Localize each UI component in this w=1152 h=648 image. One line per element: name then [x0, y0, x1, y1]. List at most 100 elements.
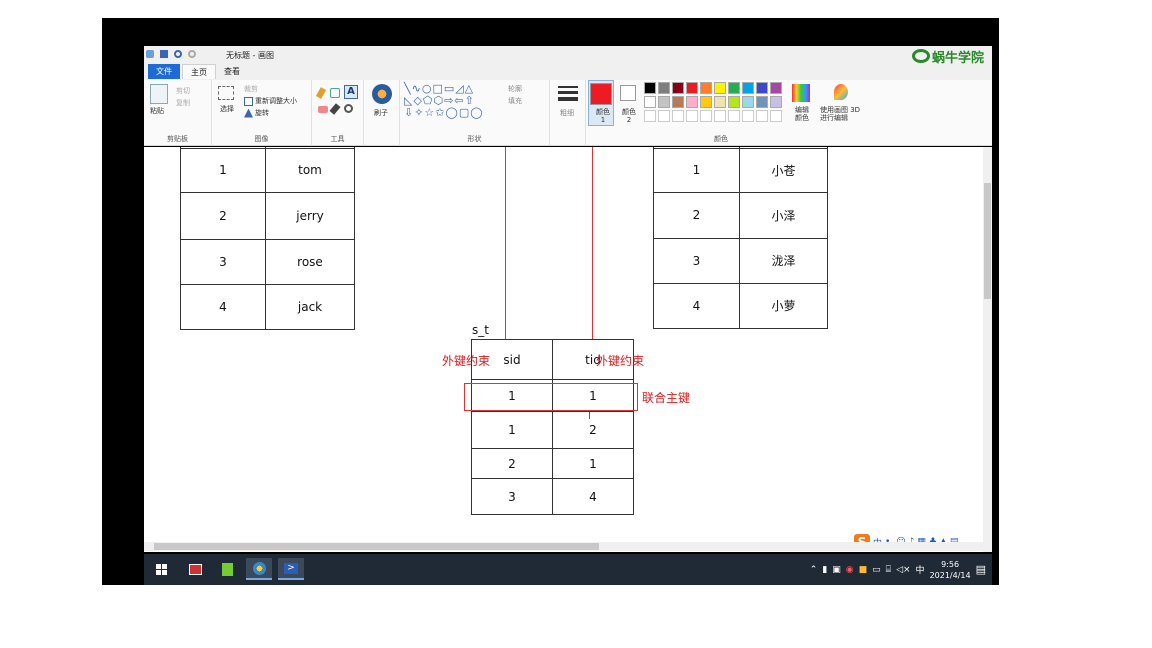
table-cell: 4: [653, 282, 740, 329]
show-hidden-icons[interactable]: ⌃: [810, 565, 818, 575]
clock-date: 2021/4/14: [929, 570, 971, 580]
palette-swatch[interactable]: [770, 82, 782, 94]
custom-color-slot[interactable]: [658, 110, 670, 122]
notification-icon[interactable]: ▤: [976, 563, 986, 576]
color2-swatch[interactable]: [620, 85, 636, 101]
palette-swatch[interactable]: [742, 96, 754, 108]
table-cell: 4: [552, 478, 634, 515]
crop-button[interactable]: 裁剪: [244, 84, 258, 94]
fk-line-right: [592, 147, 593, 339]
palette-swatch[interactable]: [700, 82, 712, 94]
custom-color-slot[interactable]: [742, 110, 754, 122]
palette-swatch[interactable]: [742, 82, 754, 94]
fk-label-left: 外键约束: [442, 354, 491, 368]
table-cell: 1: [180, 147, 266, 193]
palette-swatch[interactable]: [644, 82, 656, 94]
brushes-button[interactable]: 刷子: [374, 108, 388, 118]
start-button[interactable]: [148, 558, 174, 580]
palette-swatch[interactable]: [658, 82, 670, 94]
outline-button[interactable]: 轮廓: [508, 84, 522, 94]
pencil-icon[interactable]: [315, 87, 327, 99]
custom-color-slot[interactable]: [770, 110, 782, 122]
palette-swatch[interactable]: [756, 82, 768, 94]
cut-button[interactable]: 剪切: [176, 86, 190, 96]
horizontal-scrollbar[interactable]: [144, 542, 992, 551]
paint3d-button[interactable]: 使用画图 3D 进行编辑: [820, 106, 866, 122]
custom-color-slot[interactable]: [644, 110, 656, 122]
horizontal-scroll-thumb[interactable]: [154, 543, 599, 550]
custom-color-slot[interactable]: [672, 110, 684, 122]
table-row: 1 小苍: [653, 147, 828, 193]
st-table-title: s_t: [472, 323, 489, 337]
battery-icon[interactable]: ▭: [872, 565, 881, 575]
magnifier-icon[interactable]: [344, 104, 353, 113]
paint-canvas[interactable]: 1 tom 2 jerry 3 rose 4 jack 1 小苍 2 小泽 3 泷泽 4 小萝 …: [144, 147, 992, 552]
resize-button[interactable]: 重新调整大小: [244, 96, 297, 106]
copy-button[interactable]: 复制: [176, 98, 190, 108]
tab-view[interactable]: 查看: [216, 64, 248, 79]
palette-swatch[interactable]: [658, 96, 670, 108]
tab-home[interactable]: 主页: [182, 64, 216, 79]
network-icon[interactable]: ⌸: [886, 565, 891, 575]
palette-swatch[interactable]: [714, 96, 726, 108]
custom-color-slot[interactable]: [756, 110, 768, 122]
text-tool-icon[interactable]: A: [344, 85, 358, 99]
palette-swatch[interactable]: [728, 82, 740, 94]
paste-button[interactable]: 粘贴: [150, 106, 164, 116]
taskbar-app-1[interactable]: [182, 558, 208, 580]
tray-app-icon[interactable]: ■: [859, 565, 868, 575]
brush-icon[interactable]: [372, 84, 392, 104]
eraser-icon[interactable]: [318, 106, 328, 113]
custom-color-slot[interactable]: [714, 110, 726, 122]
palette-swatch[interactable]: [672, 82, 684, 94]
color1-label: 颜色 1: [596, 108, 610, 124]
palette-swatch[interactable]: [756, 96, 768, 108]
rainbow-icon[interactable]: [792, 84, 810, 102]
taskbar-app-2[interactable]: [214, 558, 240, 580]
shapes-gallery-row3[interactable]: ⇩✧☆✩◯▢◯: [404, 106, 484, 119]
taskbar-powershell[interactable]: >: [278, 558, 304, 580]
rotate-button[interactable]: 旋转: [244, 108, 269, 118]
rotate-label: 旋转: [255, 109, 269, 117]
input-language[interactable]: 中: [916, 563, 925, 576]
palette-swatch[interactable]: [728, 96, 740, 108]
window-title: 无标题 - 画图: [226, 51, 274, 60]
network-monitor-icon[interactable]: ▣: [832, 565, 841, 575]
palette-swatch[interactable]: [644, 96, 656, 108]
palette-swatch[interactable]: [714, 82, 726, 94]
custom-color-slot[interactable]: [686, 110, 698, 122]
record-icon[interactable]: ◉: [846, 565, 854, 575]
palette-swatch[interactable]: [770, 96, 782, 108]
color-picker-icon[interactable]: [329, 103, 341, 115]
custom-color-slot[interactable]: [728, 110, 740, 122]
paste-icon[interactable]: [150, 84, 168, 104]
save-icon[interactable]: [160, 50, 168, 58]
mic-tray-icon[interactable]: ▮: [822, 565, 827, 575]
custom-color-slot[interactable]: [700, 110, 712, 122]
undo-icon[interactable]: [174, 50, 182, 58]
size-button[interactable]: 粗细: [560, 108, 574, 118]
ribbon-tabs: 文件 主页 查看: [144, 64, 992, 80]
palette-swatch[interactable]: [686, 82, 698, 94]
palette-swatch[interactable]: [700, 96, 712, 108]
composite-pk-highlight: [464, 383, 638, 411]
clock[interactable]: 9:56 2021/4/14: [930, 559, 971, 581]
paint3d-icon[interactable]: [834, 84, 848, 100]
students-table: 1 tom 2 jerry 3 rose 4 jack: [180, 147, 355, 330]
fill-button[interactable]: 填充: [508, 96, 522, 106]
vertical-scrollbar[interactable]: [983, 147, 992, 552]
fill-icon[interactable]: [330, 88, 340, 98]
vertical-scroll-thumb[interactable]: [984, 183, 991, 299]
volume-icon[interactable]: ◁×: [896, 565, 910, 575]
select-icon[interactable]: [218, 86, 234, 100]
redo-icon[interactable]: [188, 50, 196, 58]
edit-colors-button[interactable]: 编辑颜色: [792, 106, 812, 122]
select-button[interactable]: 选择: [220, 104, 234, 114]
tab-file[interactable]: 文件: [148, 64, 180, 79]
palette-swatch[interactable]: [686, 96, 698, 108]
table-cell: 2: [180, 191, 266, 240]
table-cell: 2: [471, 448, 553, 479]
color1-swatch[interactable]: [590, 83, 612, 105]
palette-swatch[interactable]: [672, 96, 684, 108]
taskbar-paint[interactable]: [246, 558, 272, 580]
